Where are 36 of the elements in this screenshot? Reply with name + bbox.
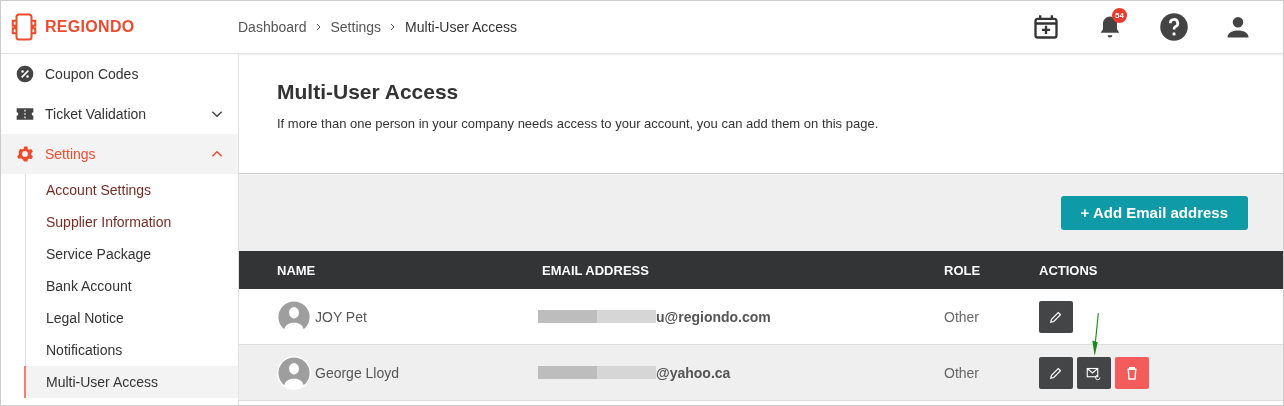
help-icon[interactable]	[1159, 12, 1189, 42]
gear-icon	[15, 144, 35, 164]
breadcrumb-link[interactable]: Settings	[330, 19, 382, 35]
breadcrumb-link[interactable]: Dashboard	[238, 19, 307, 35]
sidebar-item[interactable]: Coupon Codes	[1, 54, 238, 94]
column-header: EMAIL ADDRESS	[542, 262, 650, 278]
user-role: Other	[944, 308, 980, 325]
sidebar-subitem[interactable]: Multi-User Access	[24, 366, 238, 398]
edit-button[interactable]	[1039, 356, 1073, 389]
email-address: @yahoo.ca	[656, 364, 731, 381]
avatar-icon	[277, 355, 311, 390]
user-name: JOY Pet	[315, 308, 367, 325]
calendar-add-icon[interactable]	[1032, 13, 1060, 41]
edit-button[interactable]	[1039, 300, 1073, 333]
user-name: George Lloyd	[315, 364, 400, 381]
logo-icon	[9, 12, 39, 42]
resend-button[interactable]	[1077, 356, 1111, 389]
sidebar-subitem[interactable]: Bank Account	[26, 270, 238, 302]
sidebar-subitem[interactable]: Notifications	[26, 334, 238, 366]
avatar-icon	[277, 299, 311, 334]
sidebar-subitem[interactable]: Account Settings	[26, 174, 238, 206]
logo-text: REGIONDO	[45, 18, 135, 36]
page-description: If more than one person in your company needs access to your account, you can add them on this page.	[277, 116, 880, 131]
email-address: u@regiondo.com	[656, 308, 771, 325]
percent-icon	[15, 64, 35, 84]
chevron-right-icon	[314, 21, 323, 33]
page-title: Multi-User Access	[277, 80, 460, 104]
sidebar-item[interactable]: Ticket Validation	[1, 94, 238, 134]
sidebar-subitem[interactable]: Supplier Information	[26, 206, 238, 238]
column-header: ROLE	[944, 262, 982, 278]
sidebar-subitem[interactable]: Service Package	[26, 238, 238, 270]
column-header: NAME	[277, 262, 317, 278]
column-header: ACTIONS	[1039, 262, 1099, 278]
sidebar-subitem[interactable]: Legal Notice	[26, 302, 238, 334]
user-role: Other	[944, 364, 980, 381]
notification-badge: 54	[1112, 8, 1127, 23]
